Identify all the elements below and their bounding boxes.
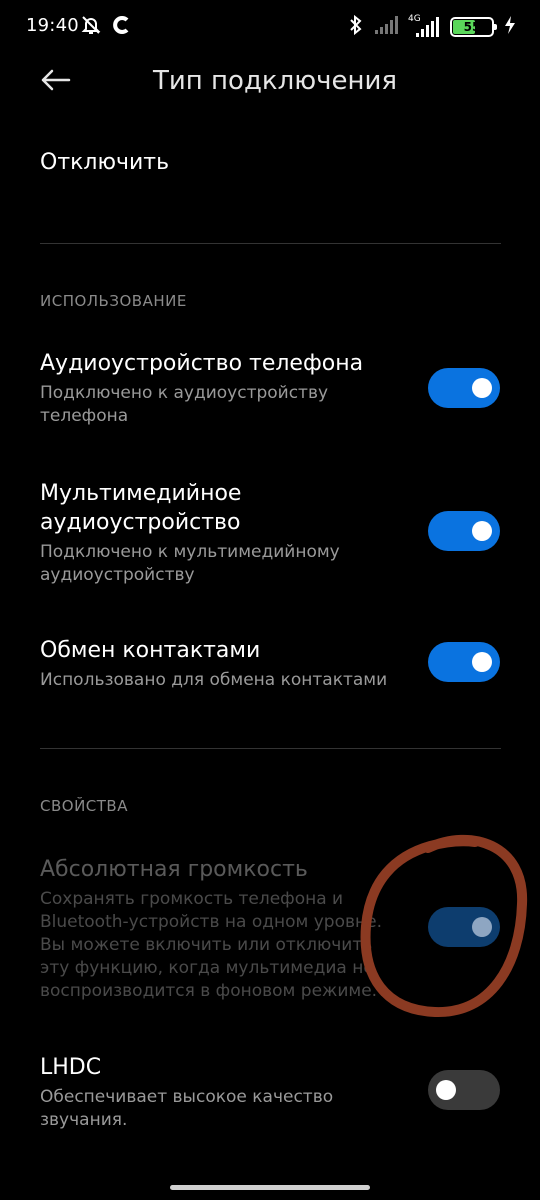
status-bar: 19:40 4G 55 <box>0 0 540 52</box>
setting-absolute-volume: Абсолютная громкость Сохранять громкость… <box>40 855 400 1003</box>
toggle-lhdc[interactable] <box>428 1070 500 1110</box>
setting-contact-sharing[interactable]: Обмен контактами Использовано для обмена… <box>40 636 400 692</box>
arrow-left-icon <box>39 68 71 96</box>
setting-title: Мультимедийное аудиоустройство <box>40 481 242 535</box>
setting-media-audio[interactable]: Мультимедийное аудиоустройство Подключен… <box>40 479 400 587</box>
signal-4g-icon: 4G <box>408 14 440 38</box>
app-header: Тип подключения <box>0 52 540 112</box>
setting-title: Абсолютная громкость <box>40 857 308 882</box>
setting-desc: Подключено к мультимедийному аудиоустрой… <box>40 542 340 585</box>
setting-phone-audio[interactable]: Аудиоустройство телефона Подключено к ау… <box>40 349 400 428</box>
disconnect-button[interactable]: Отключить <box>40 150 169 175</box>
back-button[interactable] <box>30 62 80 102</box>
divider <box>40 748 501 749</box>
toggle-phone-audio[interactable] <box>428 368 500 408</box>
signal-icon <box>374 15 398 39</box>
home-indicator[interactable] <box>170 1185 370 1190</box>
setting-title: Обмен контактами <box>40 638 261 663</box>
divider <box>40 243 501 244</box>
charging-icon <box>504 15 516 39</box>
toggle-media-audio[interactable] <box>428 511 500 551</box>
battery-level: 55 <box>463 20 481 34</box>
battery-icon: 55 <box>450 17 497 37</box>
setting-title: LHDC <box>40 1055 102 1080</box>
setting-lhdc[interactable]: LHDC Обеспечивает высокое качество звуча… <box>40 1053 400 1132</box>
mute-icon <box>80 14 102 40</box>
setting-desc: Сохранять громкость телефона и Bluetooth… <box>40 889 382 1001</box>
toggle-absolute-volume <box>428 907 500 947</box>
bluetooth-icon <box>348 14 364 40</box>
setting-desc: Использовано для обмена контактами <box>40 670 388 690</box>
setting-desc: Подключено к аудиоустройству телефона <box>40 383 329 426</box>
app-c-icon <box>112 15 132 39</box>
section-label-usage: ИСПОЛЬЗОВАНИЕ <box>40 292 187 310</box>
setting-title: Аудиоустройство телефона <box>40 351 364 376</box>
status-time: 19:40 <box>26 15 79 36</box>
section-label-properties: СВОЙСТВА <box>40 797 128 815</box>
toggle-contact-sharing[interactable] <box>428 642 500 682</box>
page-title: Тип подключения <box>153 66 398 96</box>
setting-desc: Обеспечивает высокое качество звучания. <box>40 1087 334 1130</box>
